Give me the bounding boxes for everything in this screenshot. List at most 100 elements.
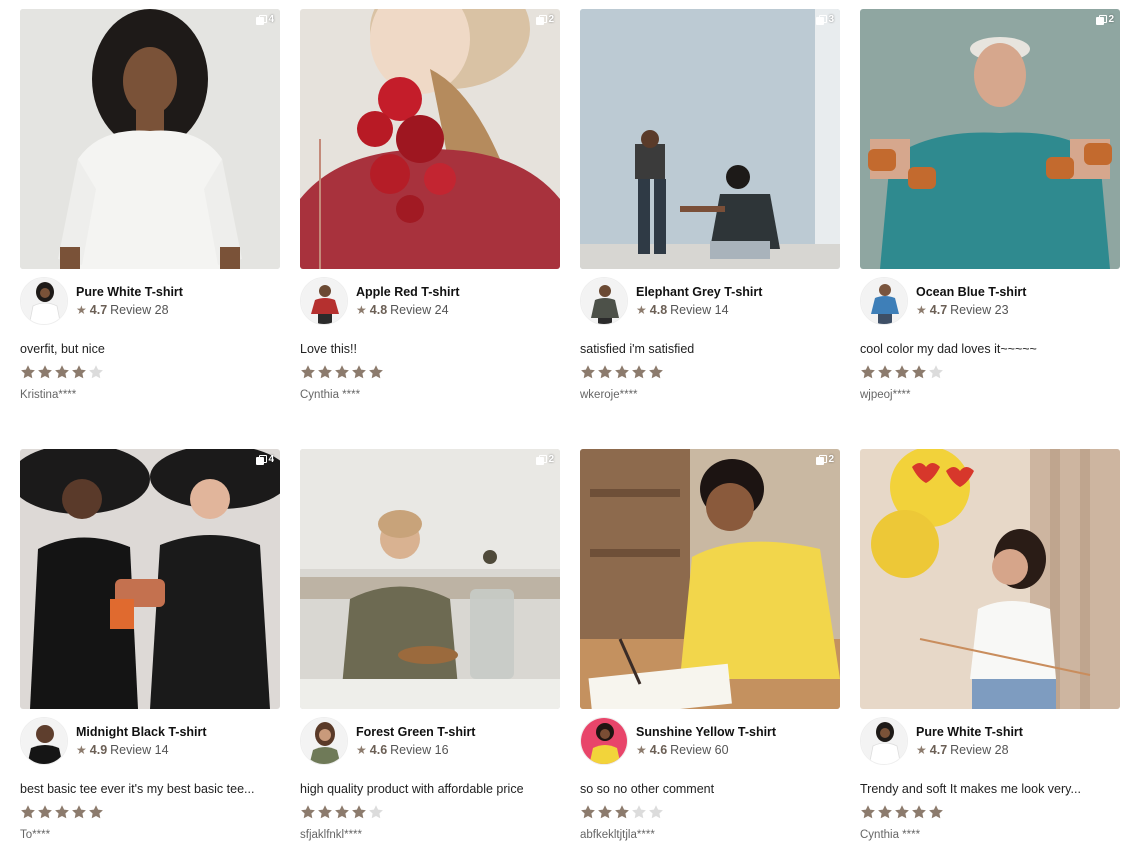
review-text: overfit, but nice [20,342,105,356]
star-icon [631,804,647,820]
photo-count: 2 [828,454,834,465]
copy-icon [256,455,267,465]
product-link[interactable]: Apple Red T-shirt ★ 4.8 Review 24 [300,277,560,325]
average-rating: 4.7 [929,303,948,317]
product-rating-summary: ★ 4.8 Review 24 [356,302,459,318]
review-photo[interactable]: 2 [860,9,1120,269]
product-rating-summary: ★ 4.7 Review 28 [76,302,183,318]
product-link[interactable]: Forest Green T-shirt ★ 4.6 Review 16 [300,717,560,765]
star-icon [317,804,333,820]
product-thumbnail [860,277,908,325]
average-rating: 4.6 [649,743,668,757]
review-text: so so no other comment [580,782,715,796]
star-icon: ★ [76,743,87,757]
review-card: Pure White T-shirt ★ 4.7 Review 28 Trend… [860,449,1120,842]
review-photo[interactable]: 4 [20,9,280,269]
review-text: cool color my dad loves it~~~~~ [860,342,1037,356]
average-rating: 4.7 [89,303,108,317]
review-photo[interactable]: 2 [580,449,840,709]
star-icon: ★ [916,743,927,757]
product-rating-summary: ★ 4.6 Review 60 [636,742,776,758]
average-rating: 4.8 [649,303,668,317]
review-grid: 4 Pure White T-shirt ★ 4.7 Review 28 ove… [0,0,1140,856]
star-icon [614,364,630,380]
review-card: 3 Elephant Grey T-shirt ★ 4.8 Review 14 … [580,9,840,402]
average-rating: 4.9 [89,743,108,757]
product-name: Elephant Grey T-shirt [636,285,763,299]
product-rating-summary: ★ 4.8 Review 14 [636,302,762,318]
copy-icon [536,15,547,25]
review-count: Review 14 [110,743,169,757]
copy-icon [816,15,827,25]
product-thumbnail [300,277,348,325]
review-count: Review 24 [390,303,449,317]
review-text: Love this!! [300,342,357,356]
review-photo-image [580,9,840,269]
star-icon [860,804,876,820]
review-photo-image [20,449,280,709]
star-rating [20,364,280,380]
star-icon [20,364,36,380]
review-card: 4 Midnight Black T-shirt ★ 4.9 Review 14… [20,449,280,842]
star-icon [614,804,630,820]
product-link[interactable]: Midnight Black T-shirt ★ 4.9 Review 14 [20,717,280,765]
star-icon [20,804,36,820]
product-thumbnail [20,717,68,765]
star-icon [71,364,87,380]
reviewer-name: abfkekltjtjla**** [580,829,655,841]
review-count: Review 28 [110,303,169,317]
product-link[interactable]: Sunshine Yellow T-shirt ★ 4.6 Review 60 [580,717,840,765]
star-rating [20,804,280,820]
star-rating [580,804,840,820]
product-thumbnail [20,277,68,325]
star-icon [88,364,104,380]
review-card: 4 Pure White T-shirt ★ 4.7 Review 28 ove… [20,9,280,402]
star-icon: ★ [916,303,927,317]
product-link[interactable]: Pure White T-shirt ★ 4.7 Review 28 [20,277,280,325]
review-photo-image [300,9,560,269]
product-link[interactable]: Elephant Grey T-shirt ★ 4.8 Review 14 [580,277,840,325]
star-icon [37,364,53,380]
photo-count: 3 [828,14,834,25]
star-icon [317,364,333,380]
star-icon [300,804,316,820]
star-icon: ★ [636,743,647,757]
review-text: Trendy and soft It makes me look very... [860,782,1081,796]
review-count: Review 14 [670,303,729,317]
product-link[interactable]: Ocean Blue T-shirt ★ 4.7 Review 23 [860,277,1120,325]
reviewer-name: Cynthia **** [300,389,361,401]
star-icon: ★ [356,303,367,317]
product-name: Midnight Black T-shirt [76,725,207,739]
star-icon: ★ [356,743,367,757]
product-thumbnail [860,717,908,765]
review-photo[interactable]: 3 [580,9,840,269]
review-card: 2 Ocean Blue T-shirt ★ 4.7 Review 23 coo… [860,9,1120,402]
star-icon [54,804,70,820]
review-text: best basic tee ever it's my best basic t… [20,782,255,796]
review-photo-image [860,449,1120,709]
average-rating: 4.7 [929,743,948,757]
star-icon [860,364,876,380]
photo-count: 4 [268,14,274,25]
star-icon [894,804,910,820]
product-name: Pure White T-shirt [916,725,1023,739]
star-icon [351,364,367,380]
copy-icon [536,455,547,465]
review-photo[interactable]: 2 [300,9,560,269]
reviewer-name: wjpeoj**** [860,389,911,401]
average-rating: 4.8 [369,303,388,317]
product-link[interactable]: Pure White T-shirt ★ 4.7 Review 28 [860,717,1120,765]
product-name: Forest Green T-shirt [356,725,476,739]
star-icon [368,364,384,380]
review-photo[interactable]: 2 [300,449,560,709]
review-photo[interactable] [860,449,1120,709]
product-rating-summary: ★ 4.7 Review 28 [916,742,1023,758]
star-icon [911,364,927,380]
review-photo[interactable]: 4 [20,449,280,709]
star-icon [631,364,647,380]
star-icon [648,364,664,380]
reviewer-name: Kristina**** [20,389,77,401]
product-thumbnail [580,277,628,325]
photo-count: 2 [548,14,554,25]
photo-count: 2 [1108,14,1114,25]
